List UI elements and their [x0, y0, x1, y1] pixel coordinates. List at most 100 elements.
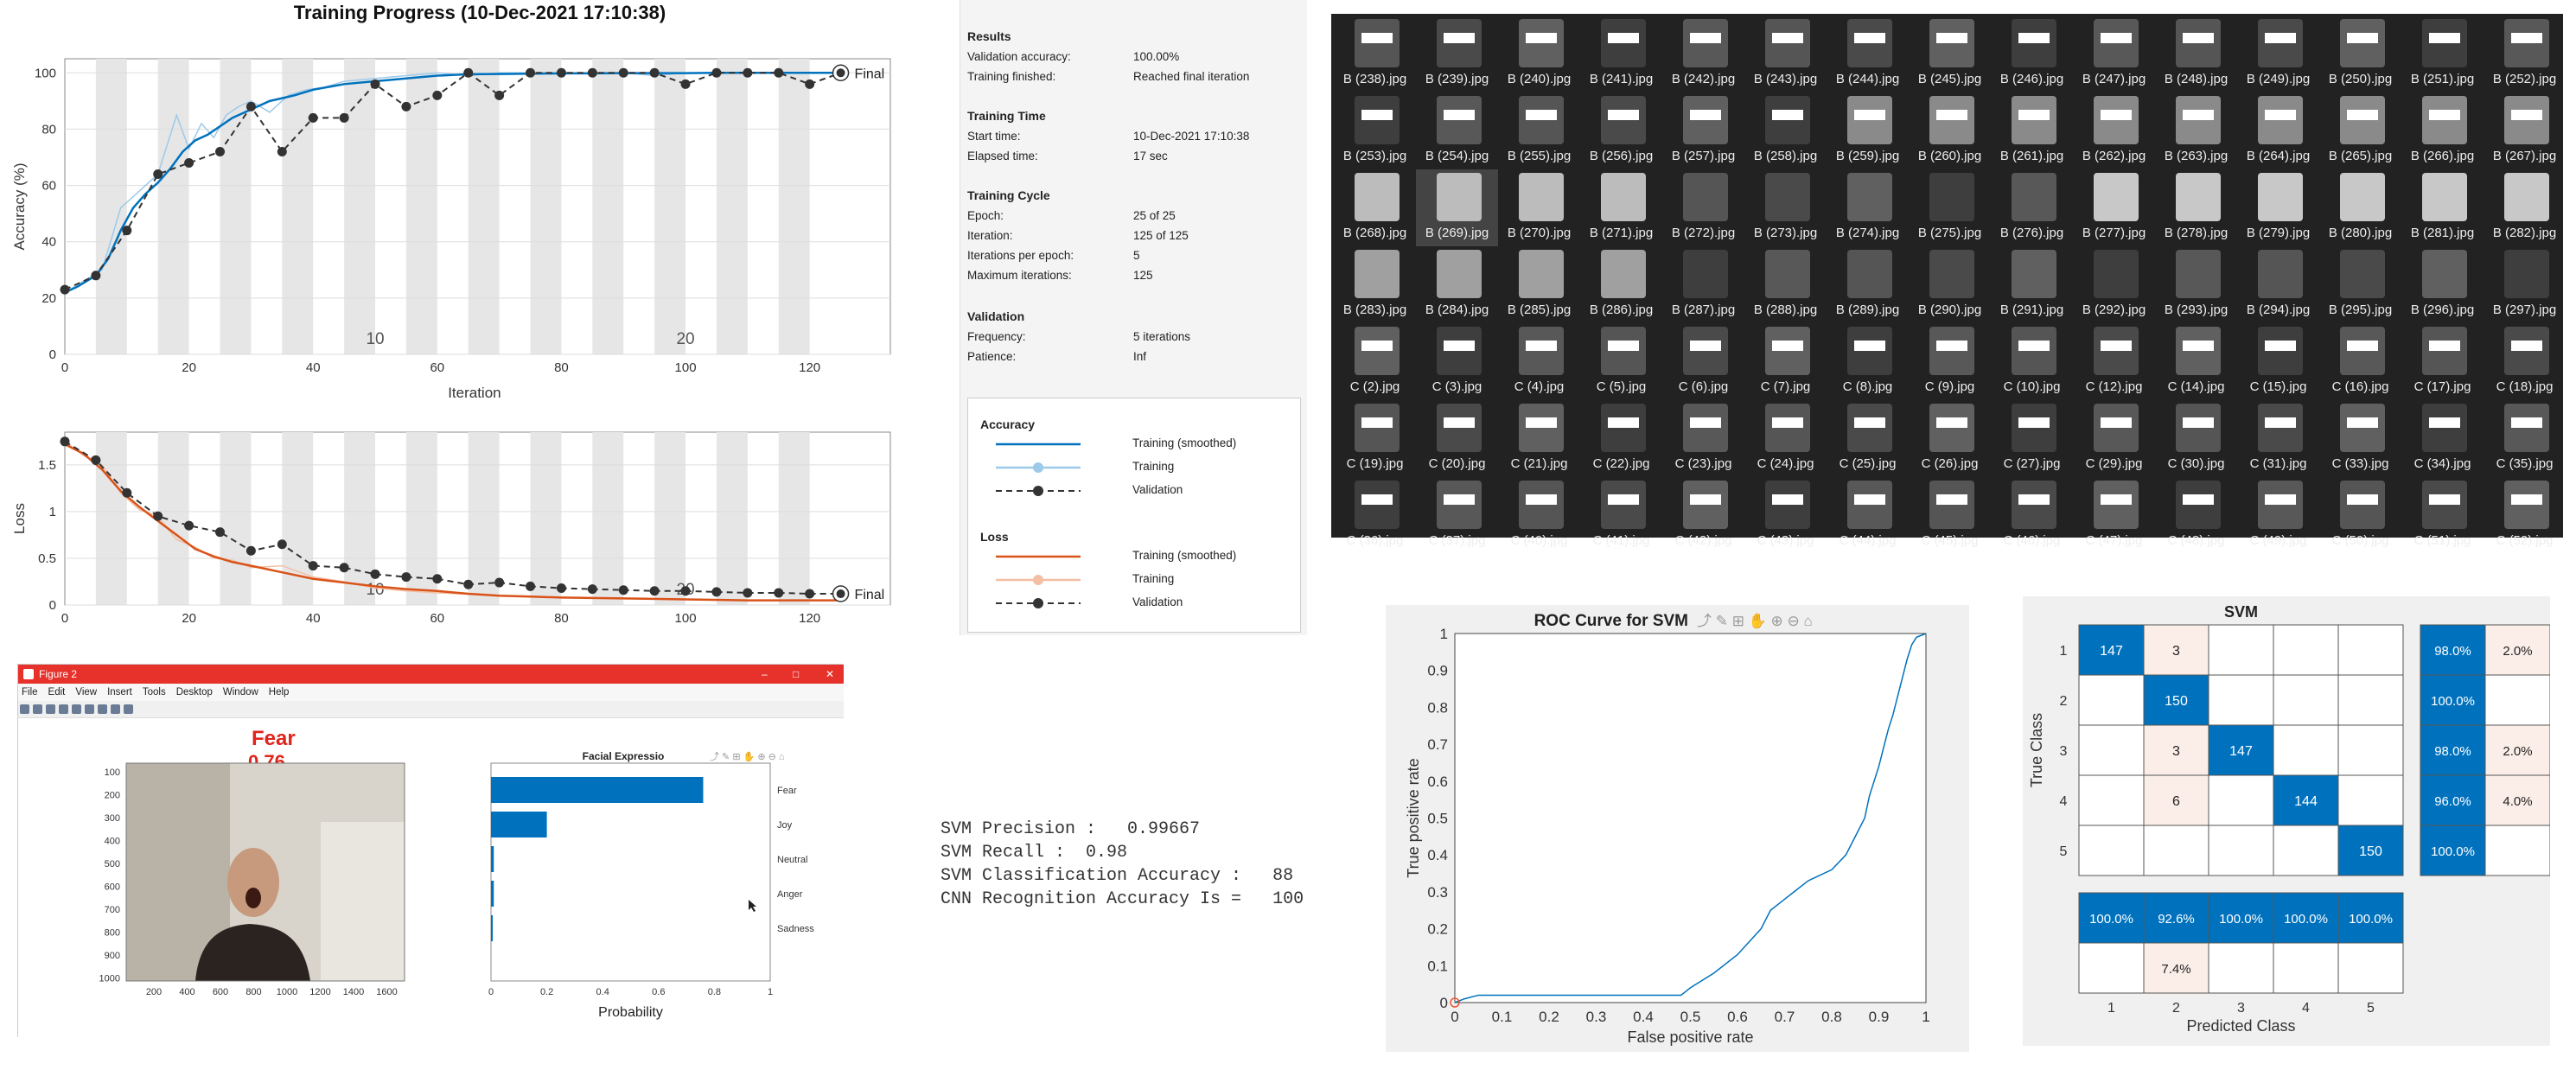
face-thumbnail[interactable]: B (242).jpg	[1662, 16, 1744, 92]
open-icon[interactable]	[33, 704, 42, 714]
face-thumbnail[interactable]: C (35).jpg	[2484, 400, 2566, 477]
menu-file[interactable]: File	[22, 687, 38, 697]
menu-tools[interactable]: Tools	[143, 687, 166, 697]
face-thumbnail[interactable]: B (254).jpg	[1416, 92, 1498, 169]
face-thumbnail[interactable]: C (4).jpg	[1498, 323, 1580, 400]
face-thumbnail[interactable]: B (268).jpg	[1334, 169, 1416, 246]
face-thumbnail[interactable]: B (261).jpg	[1991, 92, 2073, 169]
face-thumbnail[interactable]: B (292).jpg	[2073, 246, 2155, 323]
face-thumbnail[interactable]: C (25).jpg	[1827, 400, 1909, 477]
face-thumbnail[interactable]: B (266).jpg	[2401, 92, 2484, 169]
face-thumbnail[interactable]: B (284).jpg	[1416, 246, 1498, 323]
face-thumbnail[interactable]: C (34).jpg	[2401, 400, 2484, 477]
face-thumbnail[interactable]: B (286).jpg	[1580, 246, 1662, 323]
face-thumbnail[interactable]: C (52).jpg	[2484, 477, 2566, 554]
face-thumbnail[interactable]: B (287).jpg	[1662, 246, 1744, 323]
face-thumbnail[interactable]: B (246).jpg	[1991, 16, 2073, 92]
face-thumbnail[interactable]: C (10).jpg	[1991, 323, 2073, 400]
face-thumbnail[interactable]: B (251).jpg	[2401, 16, 2484, 92]
face-thumbnail[interactable]: B (257).jpg	[1662, 92, 1744, 169]
save-icon[interactable]	[46, 704, 55, 714]
face-thumbnail[interactable]: B (283).jpg	[1334, 246, 1416, 323]
face-thumbnail[interactable]: C (30).jpg	[2155, 400, 2237, 477]
face-thumbnail[interactable]: B (249).jpg	[2237, 16, 2319, 92]
face-thumbnail[interactable]: C (26).jpg	[1909, 400, 1991, 477]
face-thumbnail[interactable]: B (294).jpg	[2237, 246, 2319, 323]
face-thumbnail[interactable]: B (269).jpg	[1416, 169, 1498, 246]
face-thumbnail[interactable]: C (20).jpg	[1416, 400, 1498, 477]
face-thumbnail[interactable]: B (276).jpg	[1991, 169, 2073, 246]
face-thumbnail[interactable]: B (265).jpg	[2319, 92, 2401, 169]
face-thumbnail[interactable]: B (260).jpg	[1909, 92, 1991, 169]
face-thumbnail[interactable]: C (16).jpg	[2319, 323, 2401, 400]
face-thumbnail[interactable]: B (243).jpg	[1744, 16, 1827, 92]
face-thumbnail[interactable]: B (280).jpg	[2319, 169, 2401, 246]
face-thumbnail[interactable]: C (8).jpg	[1827, 323, 1909, 400]
face-thumbnail[interactable]: B (255).jpg	[1498, 92, 1580, 169]
menu-window[interactable]: Window	[223, 687, 258, 697]
face-thumbnail[interactable]: C (5).jpg	[1580, 323, 1662, 400]
face-thumbnail[interactable]: C (12).jpg	[2073, 323, 2155, 400]
menu-view[interactable]: View	[75, 687, 97, 697]
face-thumbnail[interactable]: B (248).jpg	[2155, 16, 2237, 92]
menu-insert[interactable]: Insert	[107, 687, 132, 697]
face-thumbnail[interactable]: C (19).jpg	[1334, 400, 1416, 477]
face-thumbnail[interactable]: C (31).jpg	[2237, 400, 2319, 477]
menu-edit[interactable]: Edit	[48, 687, 66, 697]
close-button[interactable]: ✕	[826, 665, 834, 684]
face-thumbnail[interactable]: C (23).jpg	[1662, 400, 1744, 477]
face-thumbnail[interactable]: C (3).jpg	[1416, 323, 1498, 400]
face-thumbnail[interactable]: B (259).jpg	[1827, 92, 1909, 169]
face-thumbnail[interactable]: B (275).jpg	[1909, 169, 1991, 246]
face-thumbnail[interactable]: C (49).jpg	[2237, 477, 2319, 554]
face-thumbnail[interactable]: C (18).jpg	[2484, 323, 2566, 400]
face-thumbnail[interactable]: C (46).jpg	[1991, 477, 2073, 554]
face-thumbnail[interactable]: C (43).jpg	[1744, 477, 1827, 554]
face-thumbnail[interactable]: B (274).jpg	[1827, 169, 1909, 246]
insert-legend-icon[interactable]	[98, 704, 107, 714]
face-thumbnail[interactable]: B (238).jpg	[1334, 16, 1416, 92]
face-thumbnail[interactable]: B (297).jpg	[2484, 246, 2566, 323]
face-thumbnail[interactable]: B (282).jpg	[2484, 169, 2566, 246]
insert-colorbar-icon[interactable]	[85, 704, 94, 714]
image-browser-grid[interactable]: B (238).jpg B (239).jpg B (240).jpg B (241)…	[1331, 14, 2566, 548]
face-thumbnail[interactable]: C (15).jpg	[2237, 323, 2319, 400]
face-thumbnail[interactable]: C (45).jpg	[1909, 477, 1991, 554]
face-thumbnail[interactable]: B (253).jpg	[1334, 92, 1416, 169]
face-thumbnail[interactable]: C (22).jpg	[1580, 400, 1662, 477]
face-thumbnail[interactable]: B (258).jpg	[1744, 92, 1827, 169]
face-thumbnail[interactable]: C (14).jpg	[2155, 323, 2237, 400]
face-thumbnail[interactable]: B (273).jpg	[1744, 169, 1827, 246]
face-thumbnail[interactable]: C (51).jpg	[2401, 477, 2484, 554]
face-thumbnail[interactable]: B (271).jpg	[1580, 169, 1662, 246]
pointer-icon[interactable]	[111, 704, 120, 714]
face-thumbnail[interactable]: B (264).jpg	[2237, 92, 2319, 169]
face-thumbnail[interactable]: C (42).jpg	[1662, 477, 1744, 554]
face-thumbnail[interactable]: B (278).jpg	[2155, 169, 2237, 246]
face-thumbnail[interactable]: B (252).jpg	[2484, 16, 2566, 92]
face-thumbnail[interactable]: C (44).jpg	[1827, 477, 1909, 554]
face-thumbnail[interactable]: C (48).jpg	[2155, 477, 2237, 554]
face-thumbnail[interactable]: B (262).jpg	[2073, 92, 2155, 169]
face-thumbnail[interactable]: B (239).jpg	[1416, 16, 1498, 92]
face-thumbnail[interactable]: C (7).jpg	[1744, 323, 1827, 400]
face-thumbnail[interactable]: B (240).jpg	[1498, 16, 1580, 92]
face-thumbnail[interactable]: B (250).jpg	[2319, 16, 2401, 92]
face-thumbnail[interactable]: B (296).jpg	[2401, 246, 2484, 323]
face-thumbnail[interactable]: C (33).jpg	[2319, 400, 2401, 477]
face-thumbnail[interactable]: B (291).jpg	[1991, 246, 2073, 323]
minimize-button[interactable]: –	[762, 665, 768, 684]
face-thumbnail[interactable]: B (285).jpg	[1498, 246, 1580, 323]
link-icon[interactable]	[72, 704, 81, 714]
face-thumbnail[interactable]: B (270).jpg	[1498, 169, 1580, 246]
face-thumbnail[interactable]: C (9).jpg	[1909, 323, 1991, 400]
face-thumbnail[interactable]: C (47).jpg	[2073, 477, 2155, 554]
face-thumbnail[interactable]: C (2).jpg	[1334, 323, 1416, 400]
face-thumbnail[interactable]: B (272).jpg	[1662, 169, 1744, 246]
face-thumbnail[interactable]: C (21).jpg	[1498, 400, 1580, 477]
face-thumbnail[interactable]: C (37).jpg	[1416, 477, 1498, 554]
face-thumbnail[interactable]: B (290).jpg	[1909, 246, 1991, 323]
face-thumbnail[interactable]: B (245).jpg	[1909, 16, 1991, 92]
face-thumbnail[interactable]: C (24).jpg	[1744, 400, 1827, 477]
property-icon[interactable]	[124, 704, 133, 714]
